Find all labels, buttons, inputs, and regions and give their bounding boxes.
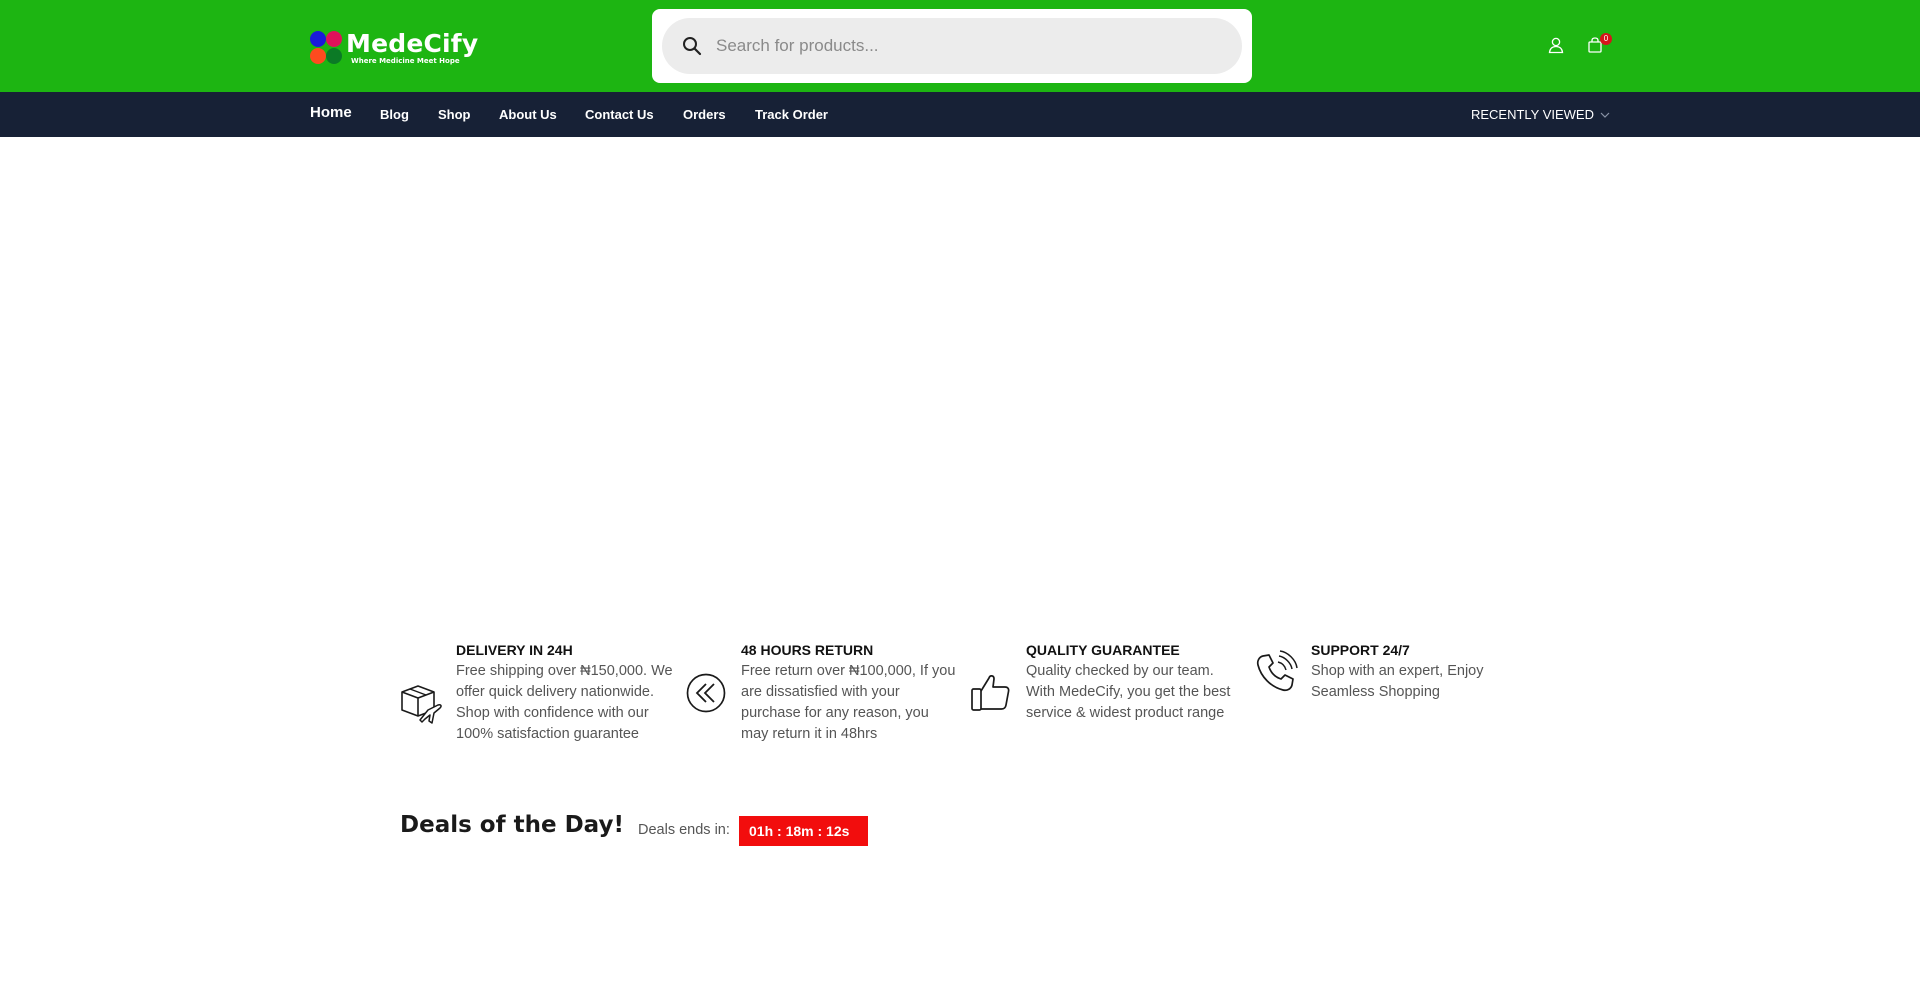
nav-item-track-order[interactable]: Track Order [755, 92, 828, 137]
top-header: MedeCify Where Medicine Meet Hope 0 [0, 0, 1920, 92]
brand-name: MedeCify [346, 29, 479, 58]
feature-title: 48 HOURS RETURN [741, 642, 874, 658]
recently-viewed-dropdown[interactable]: RECENTLY VIEWED [1471, 92, 1610, 137]
feature-description: Free shipping over ₦150,000. We offer qu… [456, 663, 673, 742]
logo-mark [310, 31, 344, 65]
search-container [652, 9, 1252, 83]
nav-item-about-us[interactable]: About Us [499, 92, 557, 137]
search-icon[interactable] [682, 36, 702, 56]
thumbs-up-icon [969, 670, 1013, 719]
nav-item-home[interactable]: Home [310, 90, 352, 135]
nav-item-contact-us[interactable]: Contact Us [585, 92, 654, 137]
feature-description: Free return over ₦100,000, If you are di… [741, 663, 956, 742]
feature-title: QUALITY GUARANTEE [1026, 642, 1180, 658]
search-bar [662, 18, 1242, 74]
nav-item-shop[interactable]: Shop [438, 92, 471, 137]
feature-title: DELIVERY IN 24H [456, 642, 573, 658]
site-logo[interactable]: MedeCify Where Medicine Meet Hope [310, 30, 478, 66]
nav-item-orders[interactable]: Orders [683, 92, 726, 137]
feature-description: Quality checked by our team. With MedeCi… [1026, 663, 1231, 721]
feature-description: Shop with an expert, Enjoy Seamless Shop… [1311, 663, 1484, 700]
deals-countdown-timer: 01h : 18m : 12s [739, 816, 868, 846]
deals-ends-label: Deals ends in: [638, 822, 730, 838]
search-input[interactable] [716, 36, 1216, 56]
main-navigation: Home Blog Shop About Us Contact Us Order… [0, 92, 1920, 137]
nav-item-blog[interactable]: Blog [380, 92, 409, 137]
chevron-down-icon [1600, 112, 1610, 118]
phone-support-icon [1254, 650, 1298, 699]
recently-viewed-label: RECENTLY VIEWED [1470, 107, 1594, 122]
user-account-icon[interactable] [1547, 36, 1565, 54]
feature-title: SUPPORT 24/7 [1311, 642, 1410, 658]
cart-count-badge: 0 [1600, 33, 1612, 45]
return-arrows-icon [685, 672, 727, 719]
delivery-box-plane-icon [398, 680, 444, 731]
brand-tagline: Where Medicine Meet Hope [351, 57, 460, 65]
deals-heading: Deals of the Day! [400, 812, 624, 838]
